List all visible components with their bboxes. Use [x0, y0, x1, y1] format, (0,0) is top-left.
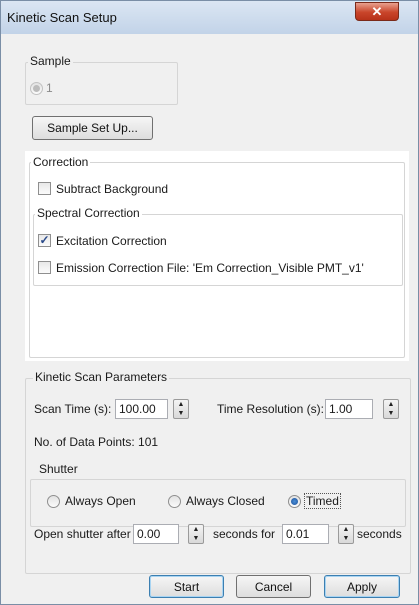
title-bar[interactable]: Kinetic Scan Setup ✕ [1, 1, 418, 34]
sample-setup-button[interactable]: Sample Set Up... [32, 116, 153, 140]
seconds-for-label: seconds for [213, 527, 276, 541]
time-resolution-input[interactable]: 1.00 [325, 399, 373, 419]
close-button[interactable]: ✕ [355, 2, 399, 21]
shutter-duration-spinner[interactable]: ▲ ▼ [338, 524, 354, 544]
open-shutter-after-spinner[interactable]: ▲ ▼ [188, 524, 204, 544]
excitation-correction-label: Excitation Correction [56, 234, 167, 248]
window-title: Kinetic Scan Setup [7, 10, 117, 25]
spin-down-icon: ▼ [342, 535, 350, 542]
spin-up-icon: ▲ [342, 526, 350, 533]
spin-up-icon: ▲ [387, 401, 395, 408]
always-open-label: Always Open [65, 494, 136, 508]
sample-radio-1[interactable] [30, 82, 43, 95]
subtract-background-label: Subtract Background [56, 182, 169, 196]
subtract-background-checkbox[interactable] [38, 182, 51, 195]
always-open-radio[interactable] [47, 495, 60, 508]
spin-down-icon: ▼ [192, 535, 200, 542]
apply-button[interactable]: Apply [324, 575, 400, 598]
kinetic-scan-setup-dialog: Kinetic Scan Setup ✕ Sample 1 Sample Set… [0, 0, 419, 605]
sample-radio-1-label: 1 [46, 81, 53, 95]
open-shutter-after-label: Open shutter after [34, 527, 131, 541]
always-closed-radio[interactable] [168, 495, 181, 508]
always-closed-label: Always Closed [186, 494, 265, 508]
shutter-duration-input[interactable]: 0.01 [282, 524, 329, 544]
close-icon: ✕ [371, 4, 383, 19]
sample-legend: Sample [28, 54, 73, 68]
scan-time-spinner[interactable]: ▲ ▼ [173, 399, 189, 419]
time-resolution-spinner[interactable]: ▲ ▼ [383, 399, 399, 419]
data-points-label: No. of Data Points: 101 [34, 435, 159, 449]
scan-time-input[interactable]: 100.00 [115, 399, 168, 419]
seconds-label: seconds [357, 527, 402, 541]
shutter-legend: Shutter [37, 462, 80, 476]
correction-legend: Correction [31, 155, 91, 169]
start-button[interactable]: Start [149, 575, 224, 598]
spin-down-icon: ▼ [387, 410, 395, 417]
spin-up-icon: ▲ [177, 401, 185, 408]
timed-label: Timed [304, 493, 341, 509]
spectral-correction-legend: Spectral Correction [35, 206, 142, 220]
kinetic-parameters-legend: Kinetic Scan Parameters [33, 370, 170, 384]
spin-up-icon: ▲ [192, 526, 200, 533]
scan-time-label: Scan Time (s): [34, 402, 112, 416]
spectral-correction-group [33, 214, 403, 286]
cancel-button[interactable]: Cancel [236, 575, 311, 598]
time-resolution-label: Time Resolution (s): [217, 402, 324, 416]
timed-radio[interactable] [288, 495, 301, 508]
emission-correction-checkbox[interactable] [38, 261, 51, 274]
emission-correction-label: Emission Correction File: 'Em Correction… [56, 261, 364, 275]
open-shutter-after-input[interactable]: 0.00 [133, 524, 179, 544]
check-icon: ✓ [39, 233, 50, 247]
spin-down-icon: ▼ [177, 410, 185, 417]
excitation-correction-checkbox[interactable]: ✓ [38, 234, 51, 247]
